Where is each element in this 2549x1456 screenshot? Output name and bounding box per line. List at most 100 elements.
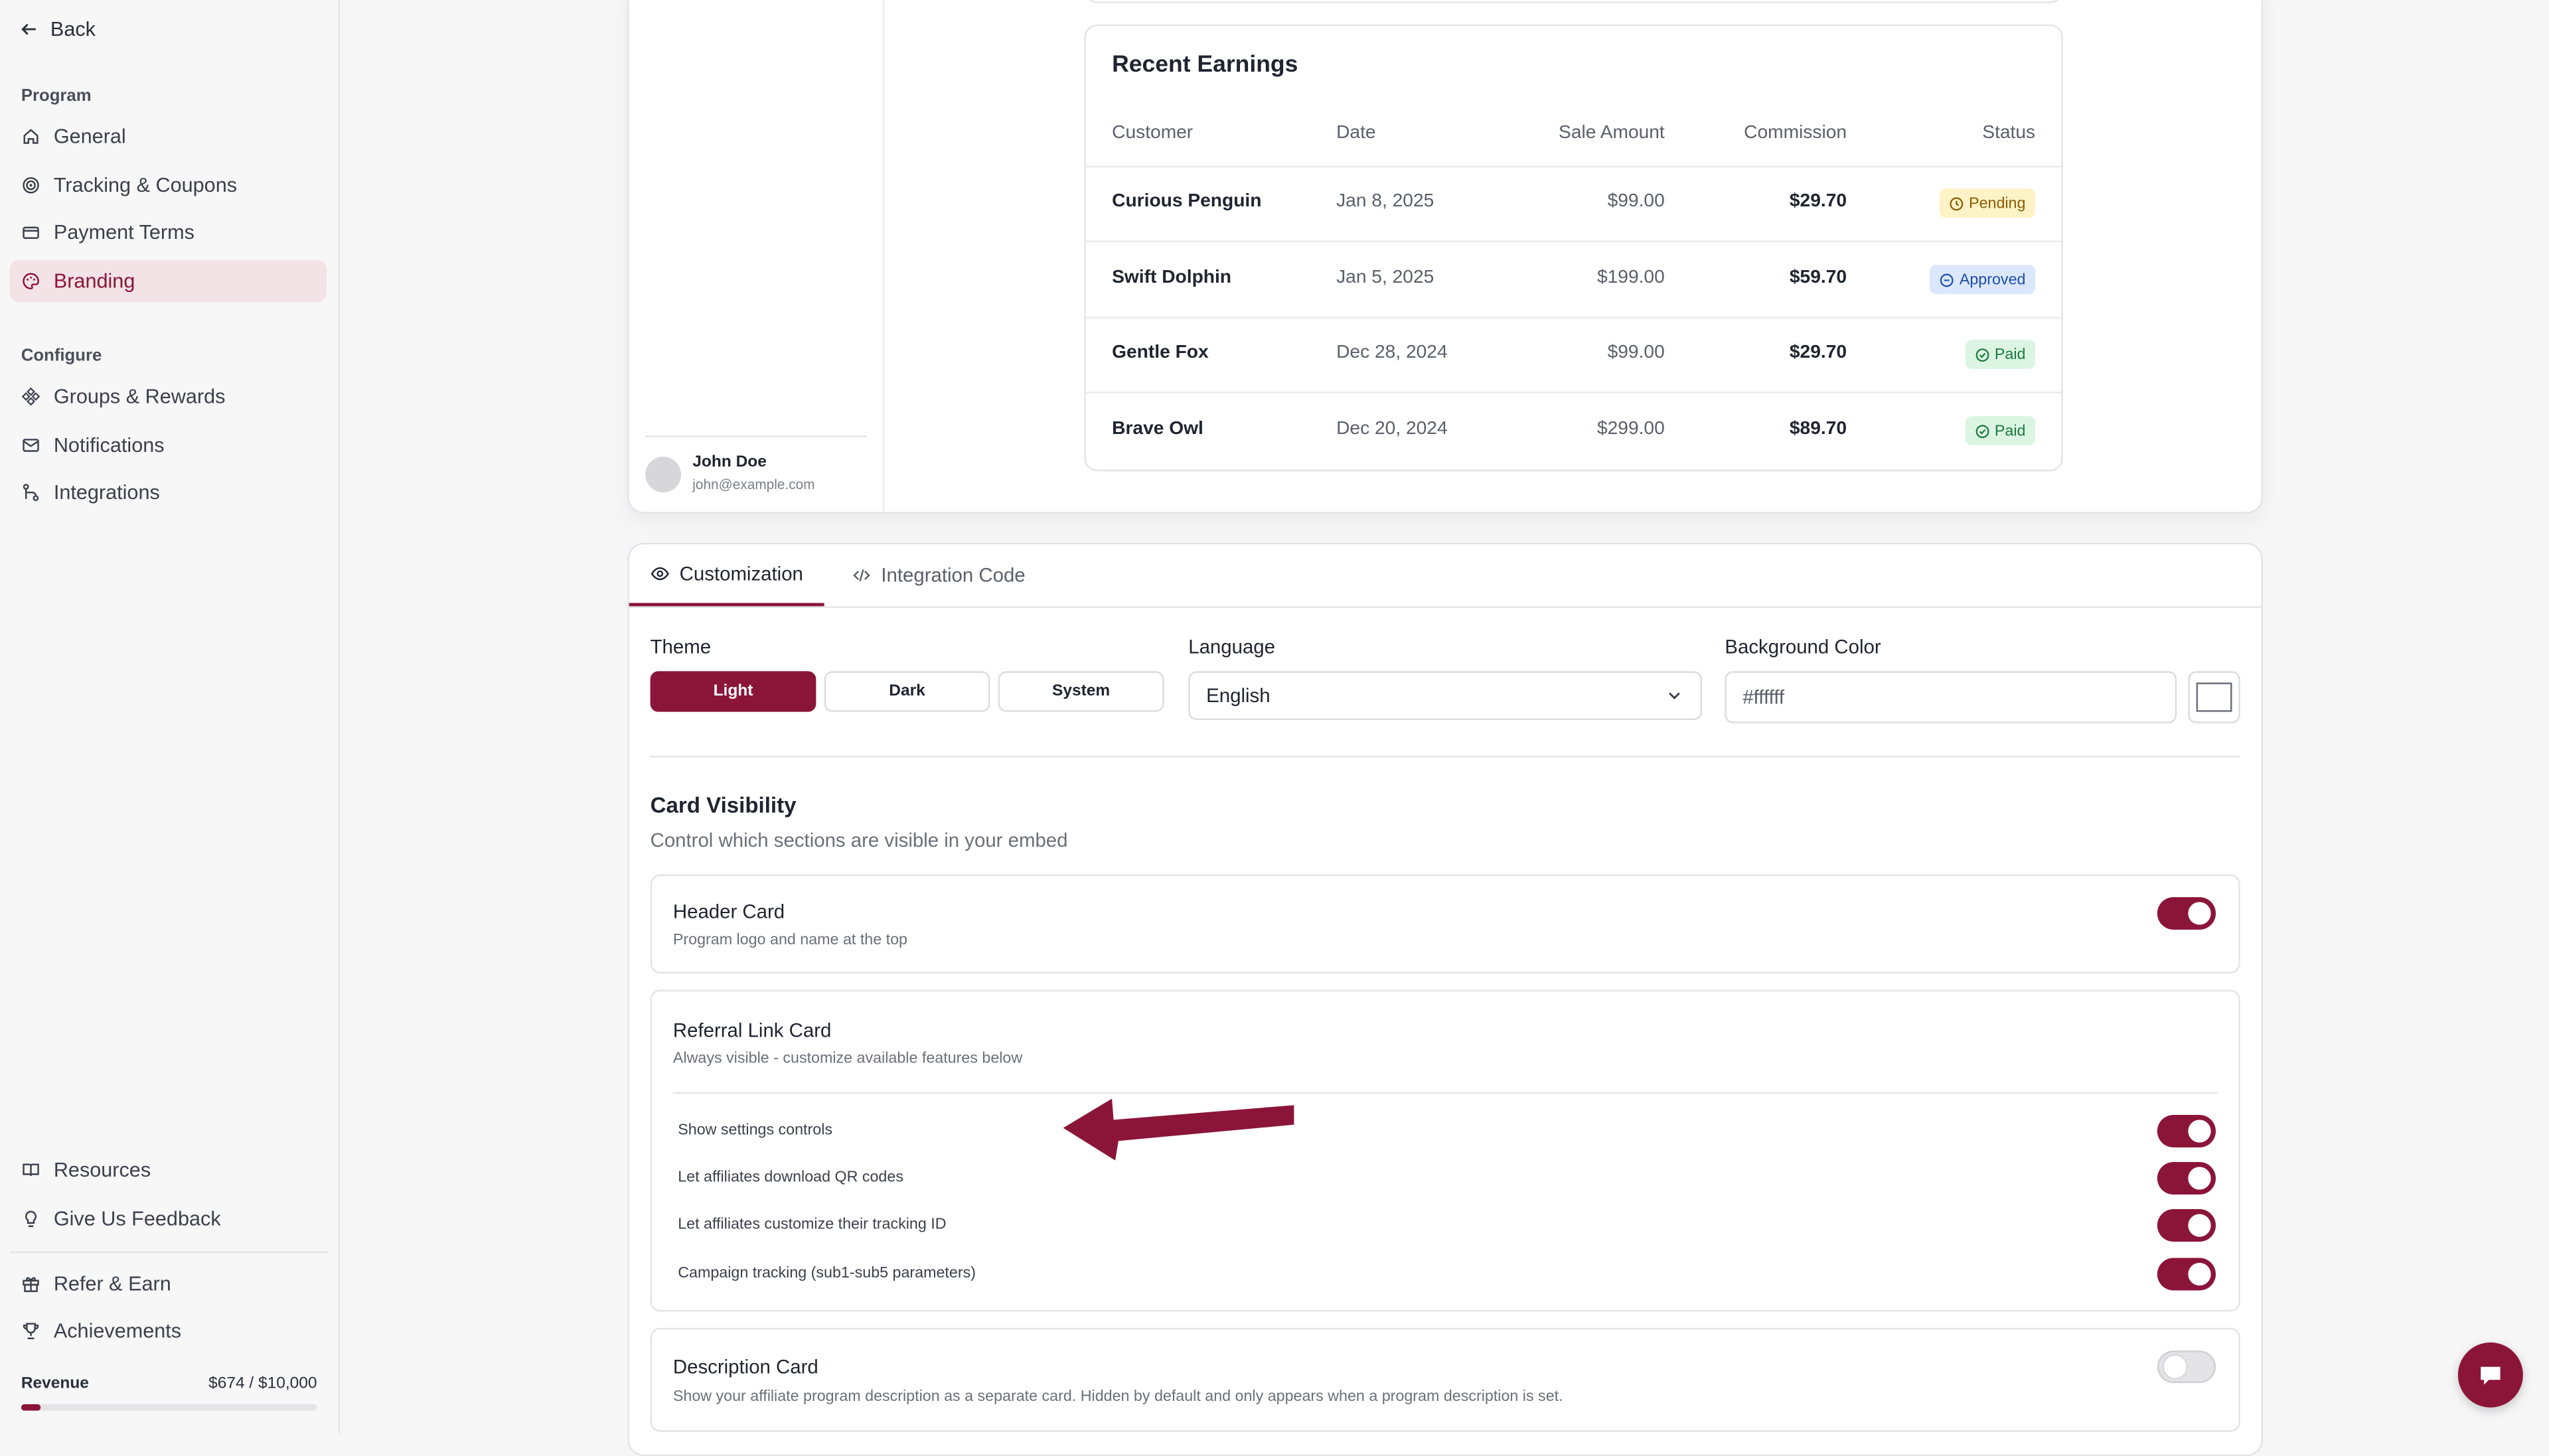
background-color-input[interactable]: #ffffff	[1725, 671, 2177, 723]
check-circle-icon	[1975, 347, 1989, 361]
sale-cell: $99.00	[1607, 342, 1665, 363]
sidebar-item-label: General	[53, 125, 126, 148]
header-card-toggle[interactable]	[2157, 897, 2216, 930]
embed-preview: John Doe john@example.com Recent Earning…	[627, 0, 2264, 514]
sidebar-item-label: Payment Terms	[53, 221, 194, 244]
chat-button[interactable]	[2457, 1342, 2523, 1408]
status-badge-pending: Pending	[1939, 188, 2036, 218]
back-button[interactable]: Back	[19, 18, 96, 40]
referral-card-divider	[672, 1092, 2218, 1094]
sidebar-item-resources[interactable]: Resources	[10, 1149, 327, 1191]
code-icon	[853, 569, 870, 581]
sidebar-item-notifications[interactable]: Notifications	[10, 424, 327, 467]
git-branch-icon	[21, 482, 40, 502]
configure-section-label: Configure	[21, 346, 102, 366]
sidebar-item-tracking[interactable]: Tracking & Coupons	[10, 164, 327, 206]
theme-system-button[interactable]: System	[998, 671, 1164, 712]
avatar	[645, 457, 682, 493]
column-header-date: Date	[1336, 123, 1376, 143]
lightbulb-icon	[21, 1209, 40, 1228]
sale-cell: $199.00	[1596, 268, 1665, 288]
description-card-setting: Description Card Show your affiliate pro…	[650, 1327, 2240, 1432]
option-label: Show settings controls	[678, 1121, 833, 1139]
sidebar-item-integrations[interactable]: Integrations	[10, 471, 327, 514]
sidebar-item-groups-rewards[interactable]: Groups & Rewards	[10, 376, 327, 418]
language-value: English	[1206, 684, 1271, 707]
sidebar-item-label: Refer & Earn	[53, 1272, 171, 1295]
row-divider	[1085, 240, 2062, 242]
option-label: Let affiliates download QR codes	[678, 1168, 903, 1187]
language-label: Language	[1188, 635, 1275, 658]
header-card-subtitle: Program logo and name at the top	[672, 931, 908, 950]
sidebar-item-feedback[interactable]: Give Us Feedback	[10, 1198, 327, 1240]
user-divider	[645, 435, 867, 437]
sidebar-item-achievements[interactable]: Achievements	[10, 1310, 327, 1352]
header-card-title: Header Card	[672, 900, 785, 924]
sale-cell: $99.00	[1607, 191, 1665, 212]
status-label: Approved	[1959, 270, 2026, 289]
target-icon	[21, 175, 40, 194]
row-divider	[1085, 317, 2062, 319]
gift-icon	[21, 1274, 40, 1293]
sidebar-item-label: Achievements	[53, 1319, 182, 1343]
sidebar-item-general[interactable]: General	[10, 115, 327, 158]
status-label: Paid	[1994, 345, 2026, 364]
sidebar-item-refer-earn[interactable]: Refer & Earn	[10, 1263, 327, 1305]
download-qr-toggle[interactable]	[2157, 1162, 2216, 1195]
background-color-label: Background Color	[1725, 635, 1881, 658]
status-badge-paid: Paid	[1965, 415, 2036, 446]
card-visibility-subtitle: Control which sections are visible in yo…	[650, 828, 1068, 852]
tab-customization[interactable]: Customization	[629, 544, 824, 607]
description-card-subtitle: Show your affiliate program description …	[672, 1388, 1563, 1406]
option-label: Campaign tracking (sub1-sub5 parameters)	[678, 1264, 976, 1283]
user-email: john@example.com	[692, 476, 815, 493]
column-header-commission: Commission	[1744, 123, 1847, 143]
sidebar: Back Program General Tracking & Coupons …	[0, 0, 340, 1434]
section-divider	[650, 755, 2240, 758]
mail-icon	[21, 435, 40, 455]
card-visibility-title: Card Visibility	[650, 793, 797, 818]
commission-cell: $29.70	[1789, 342, 1847, 363]
sidebar-item-label: Notifications	[53, 433, 165, 457]
arrow-left-icon	[19, 19, 39, 38]
customize-tracking-id-toggle[interactable]	[2157, 1209, 2216, 1242]
campaign-tracking-toggle[interactable]	[2157, 1258, 2216, 1291]
sidebar-divider	[9, 1251, 329, 1254]
commission-cell: $59.70	[1789, 268, 1847, 288]
back-label: Back	[50, 17, 96, 41]
previous-card-edge	[1084, 0, 2063, 3]
description-card-toggle[interactable]	[2157, 1350, 2216, 1384]
tab-integration-code[interactable]: Integration Code	[852, 544, 1026, 606]
annotation-arrow-icon	[1063, 1098, 1294, 1161]
date-cell: Jan 5, 2025	[1336, 268, 1434, 288]
option-label: Let affiliates customize their tracking …	[678, 1215, 947, 1234]
customer-cell: Curious Penguin	[1112, 191, 1262, 212]
commission-cell: $89.70	[1789, 419, 1847, 439]
color-swatch	[2196, 682, 2232, 712]
color-picker-button[interactable]	[2188, 671, 2240, 723]
sidebar-item-branding[interactable]: Branding	[9, 259, 327, 303]
column-header-sale-amount: Sale Amount	[1559, 123, 1665, 143]
palette-icon	[21, 271, 40, 291]
commission-cell: $29.70	[1789, 191, 1847, 212]
referral-card-subtitle: Always visible - customize available fea…	[672, 1050, 1023, 1068]
tab-label: Customization	[679, 562, 803, 585]
preview-sidebar: John Doe john@example.com	[629, 0, 885, 512]
sidebar-item-payment-terms[interactable]: Payment Terms	[10, 211, 327, 254]
theme-dark-button[interactable]: Dark	[824, 671, 990, 712]
recent-earnings-card: Recent Earnings Customer Date Sale Amoun…	[1084, 24, 2063, 472]
check-circle-icon	[1975, 424, 1989, 437]
date-cell: Dec 20, 2024	[1336, 419, 1448, 439]
theme-light-button[interactable]: Light	[650, 671, 816, 712]
language-select[interactable]: English	[1188, 671, 1703, 720]
check-circle-icon	[1940, 273, 1954, 287]
sidebar-item-label: Groups & Rewards	[53, 385, 226, 408]
sale-cell: $299.00	[1596, 419, 1665, 439]
user-name: John Doe	[692, 453, 767, 472]
recent-earnings-title: Recent Earnings	[1112, 52, 1298, 78]
show-settings-controls-toggle[interactable]	[2157, 1115, 2216, 1147]
column-header-status: Status	[1982, 123, 2036, 143]
chat-icon	[2481, 1366, 2501, 1385]
customer-cell: Swift Dolphin	[1112, 268, 1232, 288]
referral-card-title: Referral Link Card	[672, 1019, 832, 1042]
